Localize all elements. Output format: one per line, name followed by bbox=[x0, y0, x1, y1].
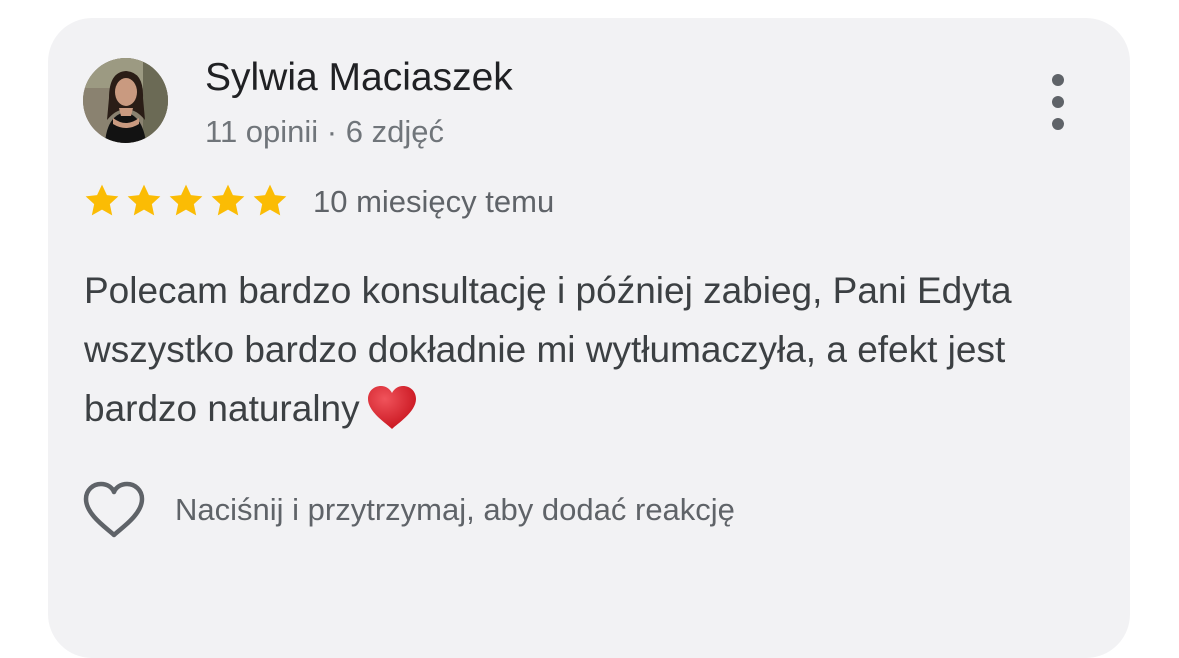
review-date: 10 miesięcy temu bbox=[313, 184, 555, 219]
review-text-block: Polecam bardzo konsultację i później zab… bbox=[84, 261, 1094, 438]
author-name[interactable]: Sylwia Maciaszek bbox=[205, 56, 513, 100]
star-icon bbox=[253, 184, 287, 216]
star-icon bbox=[85, 184, 119, 216]
red-heart-emoji-icon bbox=[367, 386, 416, 429]
reaction-hint: Naciśnij i przytrzymaj, aby dodać reakcj… bbox=[175, 492, 735, 527]
review-text: Polecam bardzo konsultację i później zab… bbox=[84, 270, 1012, 429]
star-icon bbox=[211, 184, 245, 216]
author-meta: 11 opinii · 6 zdjęć bbox=[205, 114, 444, 149]
star-rating bbox=[82, 181, 290, 221]
heart-outline-icon[interactable] bbox=[82, 480, 146, 540]
review-card: Sylwia Maciaszek 11 opinii · 6 zdjęć 10 … bbox=[48, 18, 1130, 658]
star-icon bbox=[169, 184, 203, 216]
avatar[interactable] bbox=[83, 58, 168, 143]
star-icon bbox=[127, 184, 161, 216]
more-options-icon[interactable] bbox=[1038, 72, 1078, 132]
